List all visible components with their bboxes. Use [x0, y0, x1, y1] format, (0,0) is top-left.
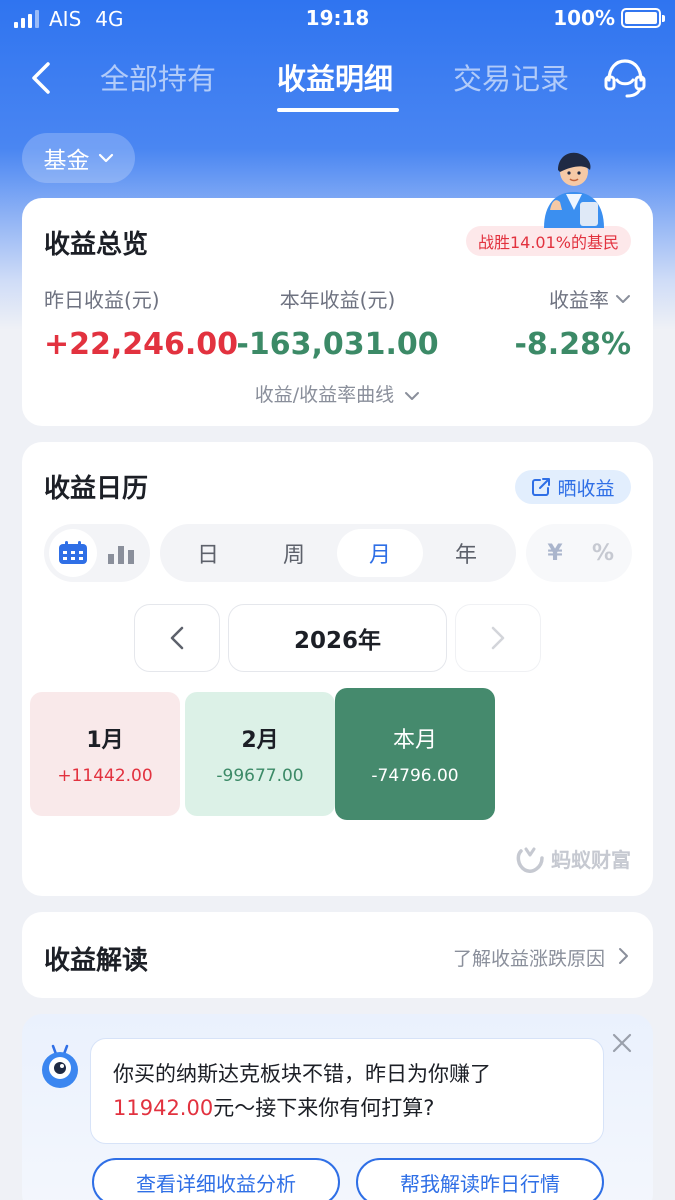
calendar-view-button[interactable]: [49, 529, 97, 577]
prev-year-button[interactable]: [134, 604, 220, 672]
return-rate-value: -8.28%: [514, 327, 631, 362]
unit-percent[interactable]: %: [579, 529, 627, 577]
chevron-down-icon: [616, 294, 630, 303]
ai-message-bubble: 你买的纳斯达克板块不错，昨日为你赚了 11942.00元～接下来你有何打算?: [90, 1038, 604, 1144]
ai-message-amount: 11942.00: [113, 1096, 214, 1120]
month-value: -99677.00: [216, 766, 304, 786]
period-month[interactable]: 月: [337, 529, 423, 577]
interpretation-link[interactable]: 了解收益涨跌原因: [453, 944, 629, 971]
battery-icon: [621, 8, 665, 28]
overview-title: 收益总览: [44, 230, 149, 260]
period-toggle: 日 周 月 年: [160, 524, 516, 582]
interpretation-link-label: 了解收益涨跌原因: [452, 948, 605, 970]
tab-earnings-detail[interactable]: 收益明细: [277, 56, 393, 98]
close-icon[interactable]: [609, 1030, 635, 1056]
share-icon: [532, 478, 551, 496]
ai-message-line1: 你买的纳斯达克板块不错，昨日为你赚了: [113, 1062, 491, 1086]
ai-message-line2: 元～接下来你有何打算?: [213, 1096, 435, 1120]
share-label: 晒收益: [557, 477, 615, 500]
ai-assistant-card: 你买的纳斯达克板块不错，昨日为你赚了 11942.00元～接下来你有何打算? 查…: [22, 1014, 653, 1200]
curve-toggle[interactable]: 收益/收益率曲线: [22, 380, 653, 407]
curve-link-label: 收益/收益率曲线: [254, 384, 395, 406]
return-rate[interactable]: 收益率 -8.28%: [514, 284, 631, 362]
next-year-button[interactable]: [455, 604, 541, 672]
earnings-interpretation-card[interactable]: 收益解读 了解收益涨跌原因: [22, 912, 653, 998]
calendar-icon: [59, 541, 87, 564]
robot-assistant-icon: [42, 1044, 78, 1088]
tab-transactions[interactable]: 交易记录: [453, 56, 569, 98]
month-cell-current[interactable]: 本月 -74796.00: [335, 688, 495, 820]
return-rate-label: 收益率: [549, 288, 609, 312]
period-year[interactable]: 年: [423, 529, 509, 577]
ranking-badge: 战胜14.01%的基民: [465, 226, 631, 256]
chevron-right-icon: [619, 948, 628, 964]
month-cell-january[interactable]: 1月 +11442.00: [30, 692, 180, 816]
chevron-down-icon: [98, 153, 113, 163]
watermark-label: 蚂蚁财富: [551, 848, 631, 872]
explain-market-button[interactable]: 帮我解读昨日行情: [356, 1158, 604, 1200]
unit-amount[interactable]: ¥: [531, 529, 579, 577]
brand-watermark: 蚂蚁财富: [515, 844, 631, 873]
month-value: +11442.00: [57, 766, 153, 786]
year-label: 2026年: [228, 604, 447, 672]
earnings-overview-card: 收益总览 战胜14.01%的基民 昨日收益(元) +22,246.00 本年收益…: [22, 198, 653, 426]
share-earnings-button[interactable]: 晒收益: [515, 470, 631, 504]
month-value: -74796.00: [371, 766, 459, 786]
asset-type-filter[interactable]: 基金: [22, 133, 135, 183]
tab-all-holdings[interactable]: 全部持有: [100, 56, 216, 98]
month-name: 1月: [86, 728, 124, 753]
bar-chart-view-button[interactable]: [97, 529, 145, 577]
filter-label: 基金: [43, 148, 90, 174]
battery-percent: 100%: [553, 6, 615, 30]
calendar-title: 收益日历: [44, 474, 149, 504]
interpretation-title: 收益解读: [44, 946, 149, 976]
month-name: 本月: [392, 728, 437, 753]
period-day[interactable]: 日: [165, 529, 251, 577]
chevron-right-icon: [491, 626, 505, 650]
chevron-down-icon: [405, 392, 420, 400]
back-arrow-icon[interactable]: [22, 58, 62, 98]
period-week[interactable]: 周: [251, 529, 337, 577]
active-tab-indicator: [277, 108, 399, 112]
earnings-calendar-card: 收益日历 晒收益 日 周 月 年 ¥ % 2026年 1月 +11442.00 …: [22, 442, 653, 896]
ant-fortune-logo-icon: [516, 847, 544, 873]
customer-service-icon[interactable]: [603, 56, 647, 100]
chevron-left-icon: [170, 626, 184, 650]
status-bar: AIS 4G 19:18 100%: [0, 0, 675, 36]
month-name: 2月: [241, 728, 279, 753]
bar-chart-icon: [108, 546, 134, 564]
top-nav: 全部持有 收益明细 交易记录: [0, 50, 675, 112]
mascot-illustration: [544, 152, 604, 228]
unit-toggle: ¥ %: [526, 524, 632, 582]
detailed-analysis-button[interactable]: 查看详细收益分析: [92, 1158, 340, 1200]
month-cell-february[interactable]: 2月 -99677.00: [185, 692, 335, 816]
view-toggle: [44, 524, 150, 582]
